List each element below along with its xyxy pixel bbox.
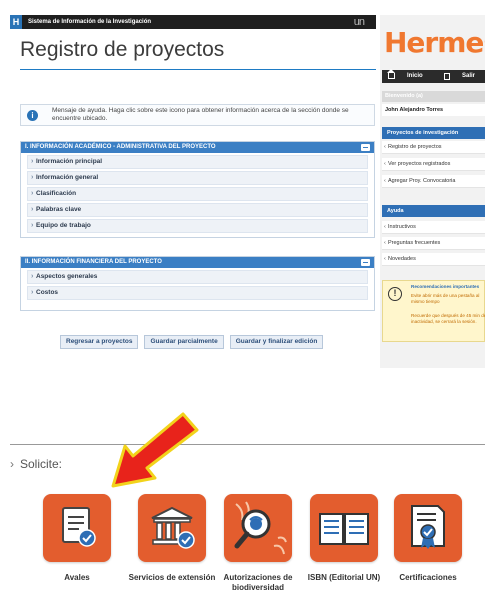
welcome-heading: Bienvenido (a) xyxy=(382,91,485,102)
certificate-icon xyxy=(411,505,445,549)
system-title: Sistema de Información de la Investigaci… xyxy=(28,19,152,25)
system-header-bar: H Sistema de Información de la Investiga… xyxy=(10,15,376,29)
form-actions: Regresar a proyectos Guardar parcialment… xyxy=(60,335,324,349)
section-equipo-de-trabajo[interactable]: Equipo de trabajo xyxy=(27,219,368,233)
recommendations-box: ! Recomendaciones importantes Evite abri… xyxy=(382,280,485,342)
sidebar: Hermes Inicio Salir Bienvenido (a) John … xyxy=(380,15,485,368)
nav-home-link[interactable]: Inicio xyxy=(407,70,423,83)
collapse-icon[interactable] xyxy=(361,144,370,151)
red-arrow-icon xyxy=(111,412,199,488)
tile-avales[interactable] xyxy=(43,494,111,562)
recommendation-timeout: Recuerde que después de 45 min de inacti… xyxy=(411,313,485,324)
title-divider xyxy=(20,69,376,70)
hermes-h-logo[interactable]: H xyxy=(10,15,22,29)
academic-panel-header[interactable]: I. INFORMACIÓN ACADÉMICO - ADMINISTRATIV… xyxy=(21,142,374,153)
section-costos[interactable]: Costos xyxy=(27,286,368,300)
academic-panel-title: I. INFORMACIÓN ACADÉMICO - ADMINISTRATIV… xyxy=(25,144,216,150)
help-text: Mensaje de ayuda. Haga clic sobre este i… xyxy=(52,107,349,122)
biodiversity-magnifier-icon xyxy=(234,501,287,555)
tile-label-avales[interactable]: Avales xyxy=(32,573,122,583)
financial-info-panel: II. INFORMACIÓN FINANCIERA DEL PROYECTO … xyxy=(20,256,375,311)
academic-info-panel: I. INFORMACIÓN ACADÉMICO - ADMINISTRATIV… xyxy=(20,141,375,238)
back-to-projects-button[interactable]: Regresar a proyectos xyxy=(60,335,139,349)
page-title: Registro de proyectos xyxy=(20,38,225,61)
sidebar-nav-bar: Inicio Salir xyxy=(382,69,485,83)
collapse-icon[interactable] xyxy=(361,259,370,266)
recommendation-tabs: Evite abrir más de una pestaña al mismo … xyxy=(411,293,480,304)
financial-panel-header[interactable]: II. INFORMACIÓN FINANCIERA DEL PROYECTO xyxy=(21,257,374,268)
user-name: John Alejandro Torres xyxy=(382,104,485,116)
sidebar-item-ver-proyectos[interactable]: Ver proyectos registrados xyxy=(382,158,485,171)
help-heading: Ayuda xyxy=(382,205,485,217)
section-informacion-principal[interactable]: Información principal xyxy=(27,155,368,169)
tile-biodiversidad[interactable] xyxy=(224,494,292,562)
financial-panel-title: II. INFORMACIÓN FINANCIERA DEL PROYECTO xyxy=(25,259,162,265)
sidebar-item-preguntas[interactable]: Preguntas frecuentes xyxy=(382,237,485,250)
tile-servicios-extension[interactable] xyxy=(138,494,206,562)
institution-check-icon xyxy=(151,506,195,549)
projects-heading: Proyectos de investigación xyxy=(382,127,485,139)
sidebar-item-agregar-convocatoria[interactable]: Agregar Proy. Convocatoria xyxy=(382,175,485,188)
save-finish-button[interactable]: Guardar y finalizar edición xyxy=(229,335,324,349)
sidebar-item-registro[interactable]: Registro de proyectos xyxy=(382,141,485,154)
sidebar-item-novedades[interactable]: Novedades xyxy=(382,253,485,266)
warning-icon: ! xyxy=(388,287,402,301)
tile-certificaciones[interactable] xyxy=(394,494,462,562)
open-book-icon xyxy=(319,513,369,545)
sidebar-item-instructivos[interactable]: Instructivos xyxy=(382,221,485,234)
tile-label-certificaciones[interactable]: Certificaciones xyxy=(383,573,473,583)
solicite-label: Solicite: xyxy=(20,457,63,471)
section-aspectos-generales[interactable]: Aspectos generales xyxy=(27,270,368,284)
section-divider xyxy=(10,444,485,445)
un-logo: un xyxy=(353,16,365,28)
tile-label-biodiversidad[interactable]: Autorizaciones de biodiversidad xyxy=(213,573,303,593)
recommendations-title: Recomendaciones importantes xyxy=(411,284,480,289)
section-informacion-general[interactable]: Información general xyxy=(27,171,368,185)
hermes-brand-logo[interactable]: Hermes xyxy=(384,26,485,59)
home-icon[interactable] xyxy=(387,69,395,79)
tile-label-servicios-extension[interactable]: Servicios de extensión xyxy=(127,573,217,583)
tile-isbn[interactable] xyxy=(310,494,378,562)
chevron-right-icon: › xyxy=(10,457,14,471)
exit-icon[interactable] xyxy=(444,73,450,80)
help-message-box: i Mensaje de ayuda. Haga clic sobre este… xyxy=(20,104,375,126)
info-icon[interactable]: i xyxy=(27,110,38,121)
section-palabras-clave[interactable]: Palabras clave xyxy=(27,203,368,217)
nav-exit-link[interactable]: Salir xyxy=(462,70,475,83)
tile-label-isbn[interactable]: ISBN (Editorial UN) xyxy=(299,573,389,583)
save-partial-button[interactable]: Guardar parcialmente xyxy=(144,335,224,349)
document-check-icon xyxy=(62,507,96,547)
section-clasificacion[interactable]: Clasificación xyxy=(27,187,368,201)
solicite-heading: › Solicite: xyxy=(10,457,62,471)
